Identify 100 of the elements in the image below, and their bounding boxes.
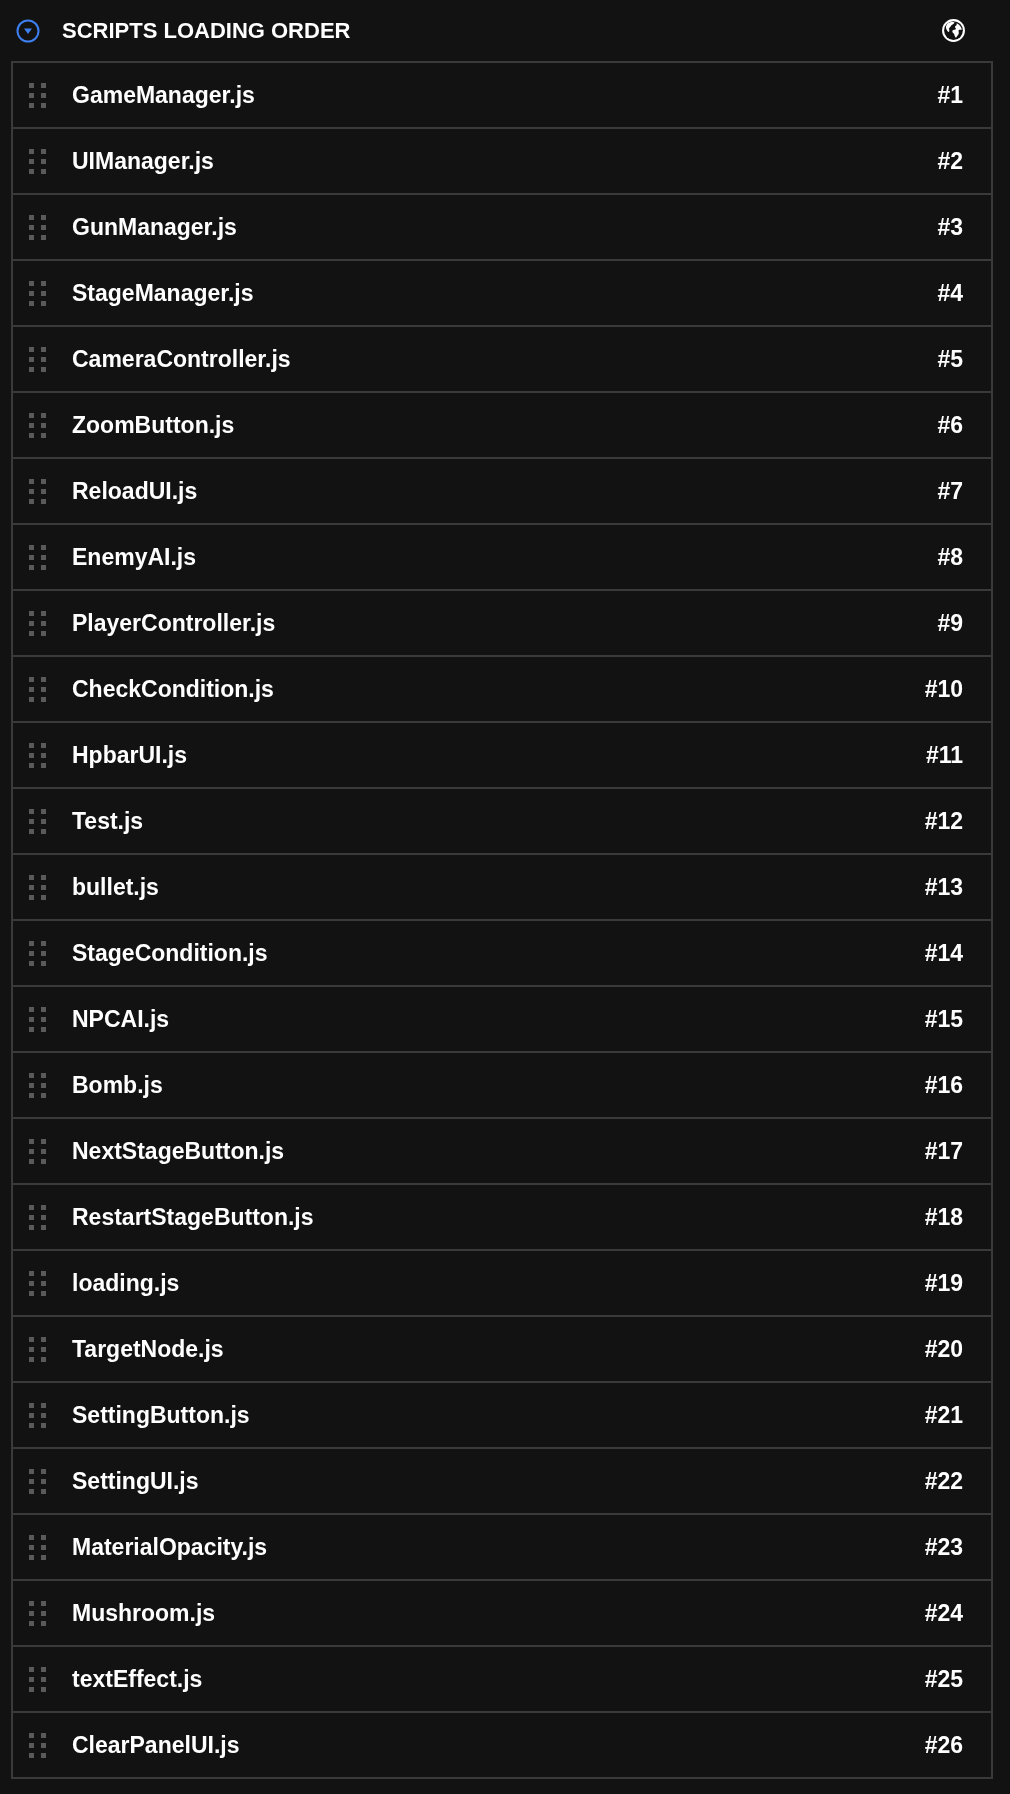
script-row[interactable]: NextStageButton.js #17 <box>13 1119 991 1185</box>
script-name: TargetNode.js <box>72 1335 225 1363</box>
drag-handle-icon[interactable] <box>29 940 46 966</box>
script-row[interactable]: ZoomButton.js #6 <box>13 393 991 459</box>
drag-handle-icon[interactable] <box>29 1534 46 1560</box>
script-row[interactable]: loading.js #19 <box>13 1251 991 1317</box>
script-name: SettingUI.js <box>72 1467 200 1495</box>
load-order-number: #12 <box>924 807 963 835</box>
script-row[interactable]: ClearPanelUI.js #26 <box>13 1713 991 1779</box>
collapse-toggle-icon[interactable] <box>16 18 40 43</box>
load-order-number: #8 <box>937 543 963 571</box>
load-order-number: #1 <box>937 81 963 109</box>
drag-handle-icon[interactable] <box>29 1468 46 1494</box>
load-order-number: #13 <box>924 873 963 901</box>
script-name: Test.js <box>72 807 145 835</box>
drag-handle-icon[interactable] <box>29 148 46 174</box>
drag-handle-icon[interactable] <box>29 412 46 438</box>
drag-handle-icon[interactable] <box>29 544 46 570</box>
script-name: ClearPanelUI.js <box>72 1731 241 1759</box>
script-row[interactable]: CameraController.js #5 <box>13 327 991 393</box>
load-order-number: #10 <box>924 675 963 703</box>
script-name: SettingButton.js <box>72 1401 251 1429</box>
load-order-number: #5 <box>937 345 963 373</box>
script-row[interactable]: MaterialOpacity.js #23 <box>13 1515 991 1581</box>
load-order-number: #22 <box>924 1467 963 1495</box>
load-order-number: #9 <box>937 609 963 637</box>
script-name: UIManager.js <box>72 147 215 175</box>
globe-icon[interactable] <box>941 18 966 43</box>
load-order-number: #6 <box>937 411 963 439</box>
script-name: StageCondition.js <box>72 939 269 967</box>
script-row[interactable]: StageCondition.js #14 <box>13 921 991 987</box>
script-name: textEffect.js <box>72 1665 204 1693</box>
drag-handle-icon[interactable] <box>29 610 46 636</box>
script-row[interactable]: CheckCondition.js #10 <box>13 657 991 723</box>
script-row[interactable]: UIManager.js #2 <box>13 129 991 195</box>
drag-handle-icon[interactable] <box>29 1600 46 1626</box>
drag-handle-icon[interactable] <box>29 1732 46 1758</box>
script-row[interactable]: HpbarUI.js #11 <box>13 723 991 789</box>
script-name: StageManager.js <box>72 279 255 307</box>
drag-handle-icon[interactable] <box>29 676 46 702</box>
load-order-number: #23 <box>924 1533 963 1561</box>
load-order-number: #16 <box>924 1071 963 1099</box>
script-row[interactable]: Test.js #12 <box>13 789 991 855</box>
load-order-number: #20 <box>924 1335 963 1363</box>
drag-handle-icon[interactable] <box>29 1006 46 1032</box>
load-order-number: #17 <box>924 1137 963 1165</box>
script-name: ZoomButton.js <box>72 411 236 439</box>
drag-handle-icon[interactable] <box>29 1138 46 1164</box>
drag-handle-icon[interactable] <box>29 82 46 108</box>
script-name: EnemyAI.js <box>72 543 197 571</box>
drag-handle-icon[interactable] <box>29 280 46 306</box>
script-row[interactable]: Mushroom.js #24 <box>13 1581 991 1647</box>
section-title: SCRIPTS LOADING ORDER <box>62 17 352 44</box>
script-row[interactable]: GameManager.js #1 <box>13 63 991 129</box>
script-row[interactable]: TargetNode.js #20 <box>13 1317 991 1383</box>
script-name: loading.js <box>72 1269 181 1297</box>
load-order-number: #2 <box>937 147 963 175</box>
load-order-number: #3 <box>937 213 963 241</box>
drag-handle-icon[interactable] <box>29 478 46 504</box>
script-row[interactable]: SettingButton.js #21 <box>13 1383 991 1449</box>
load-order-number: #24 <box>924 1599 963 1627</box>
load-order-number: #7 <box>937 477 963 505</box>
script-row[interactable]: GunManager.js #3 <box>13 195 991 261</box>
script-row[interactable]: RestartStageButton.js #18 <box>13 1185 991 1251</box>
script-name: CameraController.js <box>72 345 292 373</box>
script-row[interactable]: Bomb.js #16 <box>13 1053 991 1119</box>
drag-handle-icon[interactable] <box>29 808 46 834</box>
script-name: Mushroom.js <box>72 1599 217 1627</box>
script-row[interactable]: NPCAI.js #15 <box>13 987 991 1053</box>
drag-handle-icon[interactable] <box>29 742 46 768</box>
drag-handle-icon[interactable] <box>29 1666 46 1692</box>
load-order-number: #4 <box>937 279 963 307</box>
load-order-number: #19 <box>924 1269 963 1297</box>
script-row[interactable]: PlayerController.js #9 <box>13 591 991 657</box>
load-order-number: #15 <box>924 1005 963 1033</box>
script-name: GunManager.js <box>72 213 238 241</box>
script-name: CheckCondition.js <box>72 675 275 703</box>
script-row[interactable]: bullet.js #13 <box>13 855 991 921</box>
drag-handle-icon[interactable] <box>29 346 46 372</box>
load-order-number: #26 <box>924 1731 963 1759</box>
script-name: GameManager.js <box>72 81 256 109</box>
drag-handle-icon[interactable] <box>29 1336 46 1362</box>
script-name: bullet.js <box>72 873 160 901</box>
drag-handle-icon[interactable] <box>29 874 46 900</box>
script-name: NPCAI.js <box>72 1005 171 1033</box>
load-order-number: #21 <box>924 1401 963 1429</box>
script-row[interactable]: textEffect.js #25 <box>13 1647 991 1713</box>
script-name: NextStageButton.js <box>72 1137 286 1165</box>
script-row[interactable]: StageManager.js #4 <box>13 261 991 327</box>
script-row[interactable]: ReloadUI.js #7 <box>13 459 991 525</box>
script-row[interactable]: SettingUI.js #22 <box>13 1449 991 1515</box>
drag-handle-icon[interactable] <box>29 1270 46 1296</box>
load-order-number: #14 <box>924 939 963 967</box>
script-row[interactable]: EnemyAI.js #8 <box>13 525 991 591</box>
drag-handle-icon[interactable] <box>29 214 46 240</box>
drag-handle-icon[interactable] <box>29 1204 46 1230</box>
script-name: RestartStageButton.js <box>72 1203 315 1231</box>
drag-handle-icon[interactable] <box>29 1072 46 1098</box>
drag-handle-icon[interactable] <box>29 1402 46 1428</box>
script-name: Bomb.js <box>72 1071 164 1099</box>
